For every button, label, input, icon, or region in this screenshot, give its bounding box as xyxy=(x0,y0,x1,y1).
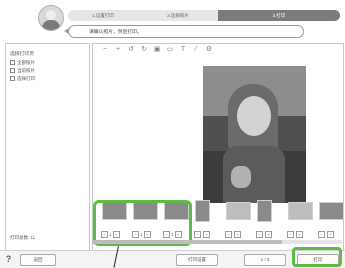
page-indicator[interactable]: 1 / 3 xyxy=(244,254,286,266)
fit-icon[interactable]: ▣ xyxy=(153,46,161,54)
assistant-avatar xyxy=(38,5,64,31)
photo-thumbnail[interactable] xyxy=(195,200,210,222)
minus-icon[interactable]: − xyxy=(256,231,263,239)
wizard-steps: 1.设置打印 2.选择照片 3.打印 xyxy=(68,10,340,21)
back-button[interactable]: 返回 xyxy=(20,254,56,266)
photo-thumbnail[interactable] xyxy=(319,202,344,220)
plus-icon[interactable]: + xyxy=(327,231,334,239)
photo-thumbnail[interactable] xyxy=(257,200,272,222)
print-button-highlight xyxy=(292,247,342,267)
panel-title: 选择打印页 xyxy=(10,52,34,57)
quantity-stepper[interactable]: − + xyxy=(286,231,304,239)
quantity-stepper[interactable]: − + xyxy=(317,231,335,239)
step-2[interactable]: 2.选择照片 xyxy=(138,10,218,21)
minus-icon[interactable]: − xyxy=(318,231,325,239)
quantity-stepper[interactable]: − + xyxy=(255,231,273,239)
photo-thumbnail[interactable] xyxy=(226,202,251,220)
left-panel: 选择打印页 全部照片 当前照片 选择打印 打印总数: 11 xyxy=(5,43,90,252)
rotate-right-icon[interactable]: ↻ xyxy=(140,46,148,54)
minus-icon[interactable]: − xyxy=(287,231,294,239)
thumbnail-scrollbar[interactable] xyxy=(92,240,342,244)
wizard-header xyxy=(22,0,345,45)
edit-icon[interactable]: ⁄ xyxy=(192,46,200,54)
quantity-stepper[interactable]: − + xyxy=(193,231,211,239)
option-all[interactable]: 全部照片 xyxy=(10,60,35,66)
instruction-bubble: 请确认照片，然后打印。 xyxy=(68,25,304,38)
radio-icon xyxy=(10,60,15,66)
settings-icon[interactable]: ⚙ xyxy=(205,46,213,54)
plus-icon[interactable]: + xyxy=(234,231,241,239)
help-icon[interactable]: ? xyxy=(4,254,13,264)
step-1[interactable]: 1.设置打印 xyxy=(68,10,138,21)
print-wizard-window: 1.设置打印 2.选择照片 3.打印 请确认照片，然后打印。 选择打印页 全部照… xyxy=(0,0,345,268)
minus-icon[interactable]: − xyxy=(225,231,232,239)
zoom-in-icon[interactable]: + xyxy=(114,46,122,54)
step-3[interactable]: 3.打印 xyxy=(218,10,340,21)
edit-toolbar: − + ↺ ↻ ▣ ▭ T ⁄ ⚙ xyxy=(95,46,245,56)
photo-thumbnail[interactable] xyxy=(288,202,313,220)
plus-icon[interactable]: + xyxy=(265,231,272,239)
radio-icon xyxy=(10,76,15,82)
option-select[interactable]: 选择打印 xyxy=(10,76,35,82)
text-icon[interactable]: T xyxy=(179,46,187,54)
zoom-out-icon[interactable]: − xyxy=(101,46,109,54)
photo-preview xyxy=(203,66,306,203)
print-settings-button[interactable]: 打印设置 xyxy=(176,254,218,266)
plus-icon[interactable]: + xyxy=(296,231,303,239)
print-count: 打印总数: 11 xyxy=(10,235,36,240)
radio-icon xyxy=(10,68,15,74)
plus-icon[interactable]: + xyxy=(203,231,210,239)
rotate-left-icon[interactable]: ↺ xyxy=(127,46,135,54)
quantity-stepper[interactable]: − + xyxy=(224,231,242,239)
frame-icon[interactable]: ▭ xyxy=(166,46,174,54)
minus-icon[interactable]: − xyxy=(194,231,201,239)
option-current[interactable]: 当前照片 xyxy=(10,68,35,74)
